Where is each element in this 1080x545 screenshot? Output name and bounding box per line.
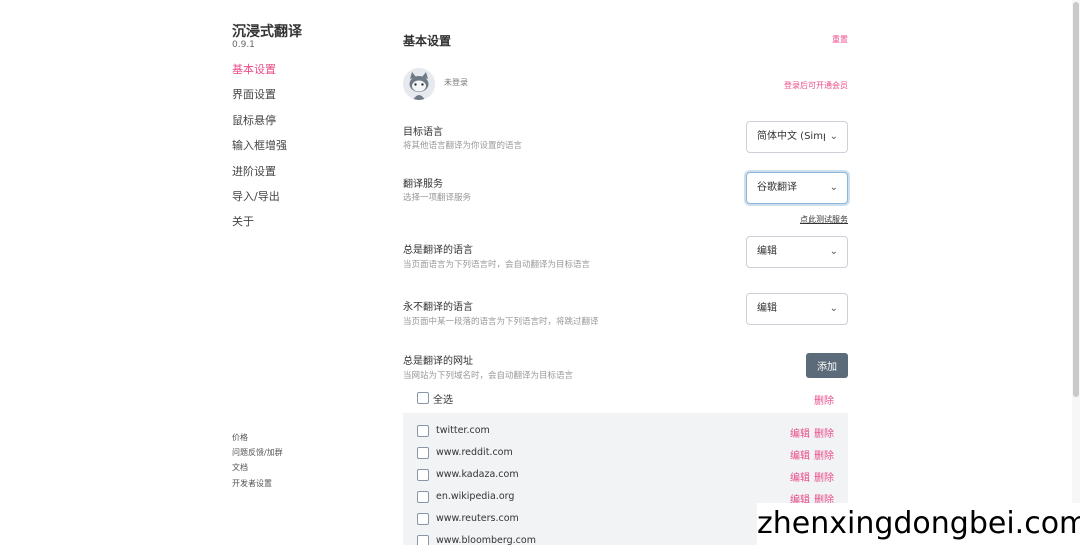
url-checkbox[interactable] (417, 491, 429, 503)
translation-service-desc: 选择一项翻译服务 (403, 193, 472, 203)
chevron-down-icon: ⌄ (829, 303, 838, 314)
reset-button[interactable]: 重置 (832, 34, 848, 45)
url-text: twitter.com (436, 425, 490, 436)
url-text: www.reuters.com (436, 513, 519, 524)
select-all-label[interactable]: 全选 (433, 391, 453, 406)
sidebar-item-basic-settings[interactable]: 基本设置 (232, 62, 287, 87)
footer-link-docs[interactable]: 文档 (232, 462, 283, 477)
add-url-button[interactable]: 添加 (806, 353, 848, 378)
translation-service-label: 翻译服务 (403, 179, 443, 190)
never-translate-languages-label: 永不翻译的语言 (403, 302, 473, 313)
chevron-down-icon: ⌄ (829, 246, 838, 257)
url-text: www.reddit.com (436, 447, 513, 458)
list-item: twitter.com 编辑 删除 (417, 424, 834, 440)
sidebar-item-import-export[interactable]: 导入/导出 (232, 189, 287, 214)
chevron-down-icon: ⌄ (829, 182, 838, 193)
url-checkbox[interactable] (417, 425, 429, 437)
list-item: en.wikipedia.org 编辑 删除 (417, 490, 834, 506)
scrollbar[interactable] (1072, 0, 1080, 545)
select-all-checkbox[interactable] (417, 392, 429, 404)
app-version: 0.9.1 (232, 40, 255, 50)
list-item: www.reddit.com 编辑 删除 (417, 446, 834, 462)
edit-url-button[interactable]: 编辑 (790, 451, 810, 462)
sidebar-footer-links: 价格 问题反馈/加群 文档 开发者设置 (232, 432, 283, 493)
delete-selected-button[interactable]: 删除 (814, 392, 834, 407)
avatar[interactable] (403, 68, 435, 100)
url-text: www.kadaza.com (436, 469, 519, 480)
delete-url-button[interactable]: 删除 (814, 451, 834, 462)
edit-url-button[interactable]: 编辑 (790, 429, 810, 440)
target-language-label: 目标语言 (403, 127, 443, 138)
footer-link-developer-settings[interactable]: 开发者设置 (232, 478, 283, 493)
always-translate-languages-desc: 当页面语言为下列语言时，会自动翻译为目标语言 (403, 260, 591, 270)
url-checkbox[interactable] (417, 513, 429, 525)
sidebar-item-advanced-settings[interactable]: 进阶设置 (232, 164, 287, 189)
edit-url-button[interactable]: 编辑 (790, 473, 810, 484)
login-status: 未登录 (444, 78, 468, 87)
sidebar-item-about[interactable]: 关于 (232, 214, 287, 239)
never-translate-languages-select[interactable]: 编辑 ⌄ (746, 293, 848, 325)
translation-service-select[interactable]: 谷歌翻译 ⌄ (746, 172, 848, 204)
app-title: 沉浸式翻译 (232, 24, 302, 40)
target-language-desc: 将其他语言翻译为你设置的语言 (403, 141, 523, 151)
never-translate-languages-desc: 当页面中某一段落的语言为下列语言时，将跳过翻译 (403, 317, 599, 327)
sidebar-item-mouse-hover[interactable]: 鼠标悬停 (232, 113, 287, 138)
target-language-select[interactable]: 简体中文 (Simpl ⌄ (746, 121, 848, 153)
sidebar-item-input-enhance[interactable]: 输入框增强 (232, 138, 287, 163)
test-service-link[interactable]: 点此测试服务 (800, 214, 848, 225)
always-translate-urls-desc: 当网站为下列域名时，会自动翻译为目标语言 (403, 371, 574, 381)
chevron-down-icon: ⌄ (829, 131, 838, 142)
always-translate-languages-label: 总是翻译的语言 (403, 245, 473, 256)
delete-url-button[interactable]: 删除 (814, 473, 834, 484)
always-translate-languages-select[interactable]: 编辑 ⌄ (746, 236, 848, 268)
list-item: www.kadaza.com 编辑 删除 (417, 468, 834, 484)
delete-url-button[interactable]: 删除 (814, 429, 834, 440)
footer-link-feedback[interactable]: 问题反馈/加群 (232, 447, 283, 462)
scrollbar-thumb[interactable] (1073, 2, 1079, 397)
url-checkbox[interactable] (417, 535, 429, 545)
footer-link-pricing[interactable]: 价格 (232, 432, 283, 447)
sidebar-nav: 基本设置 界面设置 鼠标悬停 输入框增强 进阶设置 导入/导出 关于 (232, 62, 287, 240)
url-checkbox[interactable] (417, 469, 429, 481)
sidebar-item-interface-settings[interactable]: 界面设置 (232, 87, 287, 112)
url-text: www.bloomberg.com (436, 535, 536, 545)
url-checkbox[interactable] (417, 447, 429, 459)
cat-avatar-icon (403, 68, 435, 100)
sidebar: 沉浸式翻译 0.9.1 基本设置 界面设置 鼠标悬停 输入框增强 进阶设置 导入… (232, 0, 352, 545)
select-all-row: 全选 删除 (417, 391, 834, 407)
url-text: en.wikipedia.org (436, 491, 515, 502)
settings-main: 基本设置 重置 未登录 登录后可开通会员 目标语言 将其他语言翻译为你设置的语言… (403, 0, 848, 545)
always-translate-urls-label: 总是翻译的网址 (403, 356, 473, 367)
watermark: zhenxingdongbei.com (757, 503, 1080, 545)
vip-login-link[interactable]: 登录后可开通会员 (784, 80, 848, 91)
page-title: 基本设置 (403, 34, 452, 48)
